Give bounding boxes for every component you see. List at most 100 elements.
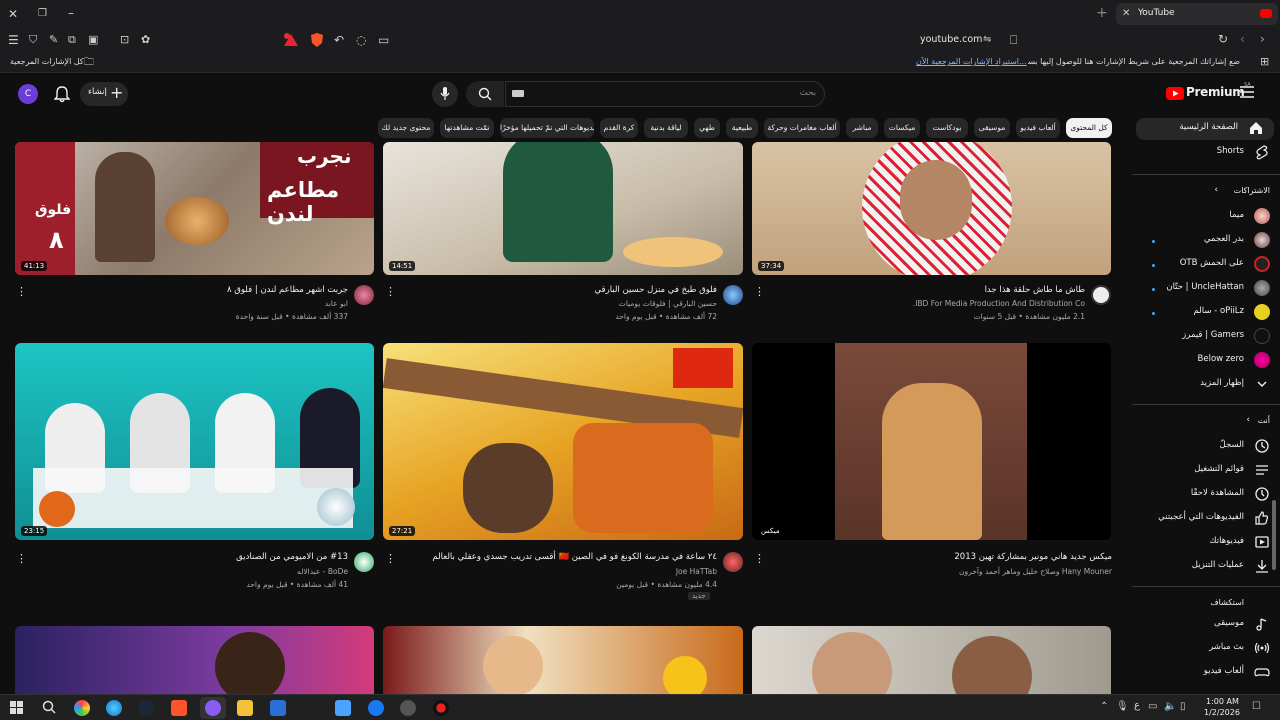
video-thumbnail[interactable]: فلوق ٨ نجرب مطاعم لندن 41:13 bbox=[15, 142, 374, 275]
menu-icon[interactable]: ☰ bbox=[8, 33, 19, 47]
copilot-icon[interactable] bbox=[74, 700, 90, 716]
apps-grid-icon[interactable]: ⊞ bbox=[1260, 55, 1269, 69]
clock-time[interactable]: 1:00 AM bbox=[1206, 697, 1239, 706]
steam-icon[interactable] bbox=[138, 700, 154, 716]
all-bookmarks[interactable]: كل الإشارات المرجعية bbox=[10, 57, 84, 66]
screenshot-icon[interactable]: ⊡ bbox=[120, 33, 129, 47]
chip-action-adventure[interactable]: ألعاب مغامرات وحركة bbox=[764, 118, 840, 138]
forward-icon[interactable]: › bbox=[1260, 32, 1265, 46]
file-explorer-icon[interactable] bbox=[237, 700, 253, 716]
more-options-icon[interactable]: ⋮ bbox=[385, 286, 396, 297]
puzzle-icon[interactable]: ✿ bbox=[141, 33, 150, 47]
sidebar-sub-item[interactable]: UncleHattan | حتّان bbox=[1132, 278, 1280, 300]
sidebar-item-music[interactable]: موسيقى bbox=[1132, 614, 1280, 636]
channel-name[interactable]: ابو عابد bbox=[325, 299, 348, 308]
sidebar-item-live[interactable]: بث مباشر bbox=[1132, 638, 1280, 660]
discord-icon[interactable] bbox=[205, 700, 221, 716]
chip-all[interactable]: كل المحتوى bbox=[1066, 118, 1112, 138]
channel-avatar[interactable] bbox=[354, 552, 374, 572]
address-bar[interactable]: youtube.com bbox=[920, 34, 982, 45]
sidebar-item-playlists[interactable]: قوائم التشغيل bbox=[1132, 460, 1280, 482]
sidebar-item-shorts[interactable]: Shorts bbox=[1132, 142, 1280, 164]
video-title[interactable]: طاش ما طاش حلقة هذا جدا bbox=[985, 285, 1085, 295]
channel-name[interactable]: Hany Mouner وصلاح خليل وماهر أحمد وآخرون bbox=[959, 567, 1112, 576]
tray-chevron-icon[interactable]: ⌃ bbox=[1100, 700, 1108, 714]
channel-name[interactable]: IBD For Media Production And Distributio… bbox=[913, 299, 1085, 308]
video-thumbnail[interactable]: 37:34 bbox=[752, 142, 1111, 275]
sidebar-item-history[interactable]: السجلّ bbox=[1132, 436, 1280, 458]
tab-youtube[interactable]: ✕ YouTube bbox=[1116, 3, 1278, 25]
search-button[interactable] bbox=[466, 81, 504, 107]
video-thumbnail[interactable]: 14:51 bbox=[383, 142, 743, 275]
notifications-icon[interactable] bbox=[54, 85, 70, 103]
sidebar-item-downloads[interactable]: عمليات التنزيل bbox=[1132, 556, 1280, 578]
chip-football[interactable]: كرة القدم bbox=[600, 118, 638, 138]
keyboard-icon[interactable] bbox=[512, 90, 524, 97]
channel-avatar[interactable] bbox=[354, 285, 374, 305]
chip-watched[interactable]: تمّت مشاهدتها bbox=[440, 118, 494, 138]
video-title[interactable]: جربت اشهر مطاعم لندن | فلوق ٨ bbox=[227, 285, 348, 295]
chip-podcasts[interactable]: بودكاست bbox=[926, 118, 968, 138]
channel-avatar[interactable] bbox=[723, 285, 743, 305]
video-title[interactable]: ميكس جديد هاني مونير بمشاركة تهين 2013 bbox=[954, 552, 1112, 562]
network-icon[interactable]: ▭ bbox=[1148, 700, 1157, 714]
you-header[interactable]: أنت ‹ bbox=[1150, 415, 1270, 430]
video-title[interactable]: ٢٤ ساعة في مدرسة الكونغ فو في الصين 🇨🇳 أ… bbox=[432, 552, 717, 562]
chip-new-to-you[interactable]: محتوى جديد لك bbox=[378, 118, 434, 138]
back-icon[interactable]: ‹ bbox=[1240, 32, 1245, 46]
more-options-icon[interactable]: ⋮ bbox=[385, 553, 396, 564]
volume-icon[interactable]: 🔈 bbox=[1164, 700, 1176, 714]
avatar[interactable]: C bbox=[18, 84, 38, 104]
channel-name[interactable]: حسين البارقي | فلوقات يوميات bbox=[619, 299, 717, 308]
more-options-icon[interactable]: ⋮ bbox=[16, 286, 27, 297]
close-tab-icon[interactable]: ✕ bbox=[1122, 7, 1130, 21]
channel-name[interactable]: BoDe - عبدالاله bbox=[297, 567, 348, 576]
sidebar-show-more[interactable]: إظهار المزيد bbox=[1132, 374, 1280, 396]
app-icon[interactable] bbox=[433, 700, 449, 716]
chip-recently-uploaded[interactable]: الفيديوهات التي تمّ تحميلها مؤخرًا bbox=[500, 118, 594, 138]
reload-icon[interactable]: ↻ bbox=[1218, 32, 1228, 46]
mail-icon[interactable] bbox=[335, 700, 351, 716]
store-icon[interactable] bbox=[270, 700, 286, 716]
cast-icon[interactable]: ▭ bbox=[378, 33, 389, 47]
restore-window-icon[interactable]: ❐ bbox=[38, 7, 47, 21]
chip-video-games[interactable]: ألعاب فيديو bbox=[1016, 118, 1060, 138]
sidebar-sub-item[interactable]: oPiiLz - سالم bbox=[1132, 302, 1280, 324]
undo-icon[interactable]: ↶ bbox=[334, 33, 344, 47]
import-bookmarks-link[interactable]: استيراد الإشارات المرجعية الآن... bbox=[916, 57, 1027, 66]
sidebar-sub-item[interactable]: بدر العجمي bbox=[1132, 230, 1280, 252]
video-thumbnail[interactable]: ميكس bbox=[752, 343, 1111, 540]
close-window-icon[interactable]: ✕ bbox=[8, 7, 18, 21]
voice-search-button[interactable] bbox=[432, 81, 458, 107]
chip-music[interactable]: موسيقى bbox=[974, 118, 1010, 138]
video-title[interactable]: فلوق طبخ في منزل حسين البارقي bbox=[594, 285, 717, 295]
microphone-icon[interactable]: 🎙 bbox=[1116, 700, 1129, 714]
brave-shield-icon[interactable] bbox=[308, 32, 326, 48]
sidebar-sub-item[interactable]: ميما bbox=[1132, 206, 1280, 228]
sidebar-item-watch-later[interactable]: المشاهدة لاحقًا bbox=[1132, 484, 1280, 506]
settings-icon[interactable] bbox=[400, 700, 416, 716]
channel-name[interactable]: Joe HaTTab bbox=[676, 567, 717, 576]
sidebar-sub-item[interactable]: على الحمش OTB bbox=[1132, 254, 1280, 276]
alert-badge-icon[interactable] bbox=[282, 32, 300, 48]
scrollbar[interactable] bbox=[1272, 500, 1276, 570]
battery-icon[interactable]: ▯ bbox=[1180, 700, 1186, 714]
more-options-icon[interactable]: ⋮ bbox=[16, 553, 27, 564]
video-thumbnail[interactable] bbox=[383, 626, 743, 694]
chip-nature[interactable]: طبيعية bbox=[726, 118, 758, 138]
video-thumbnail[interactable]: 23:15 bbox=[15, 343, 374, 540]
chat-icon[interactable]: ◌ bbox=[356, 33, 366, 47]
sidebar-icon[interactable]: ▣ bbox=[88, 33, 98, 47]
video-thumbnail[interactable]: 27:21 bbox=[383, 343, 743, 540]
channel-avatar[interactable] bbox=[1091, 285, 1111, 305]
chip-fitness[interactable]: لياقة بدنية bbox=[644, 118, 688, 138]
chip-mixes[interactable]: ميكسات bbox=[884, 118, 920, 138]
sidebar-item-liked[interactable]: الفيديوهات التي أعجبتني bbox=[1132, 508, 1280, 530]
chip-cooking[interactable]: طهي bbox=[694, 118, 720, 138]
guide-menu-icon[interactable] bbox=[1240, 86, 1254, 98]
shield-icon[interactable]: ⛉ bbox=[29, 33, 37, 47]
create-button[interactable]: إنشاء + bbox=[80, 82, 128, 106]
more-options-icon[interactable]: ⋮ bbox=[754, 286, 765, 297]
video-thumbnail[interactable] bbox=[752, 626, 1111, 694]
notification-center-icon[interactable]: ☐ bbox=[1252, 700, 1261, 714]
